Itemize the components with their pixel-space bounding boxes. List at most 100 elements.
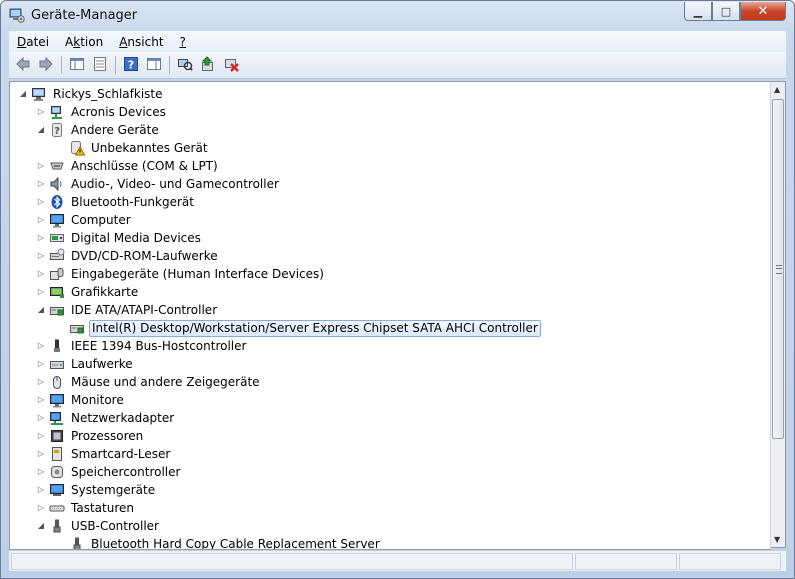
tree-category-item[interactable]: ▷ Tastaturen: [36, 499, 136, 517]
tree-category-item[interactable]: ▷ Bluetooth-Funkgerät: [36, 193, 196, 211]
action-pane-button[interactable]: [144, 55, 164, 75]
expand-arrow-icon[interactable]: ▷: [36, 373, 46, 391]
ide-controller-icon: [69, 320, 85, 336]
tree-category-item[interactable]: ▷ DVD/CD-ROM-Laufwerke: [36, 247, 220, 265]
smartcard-icon: [49, 446, 65, 462]
expand-arrow-icon[interactable]: ▷: [36, 265, 46, 283]
media-device-icon: [49, 230, 65, 246]
menu-bar: Datei Aktion Ansicht?: [9, 31, 786, 52]
tree-category-item[interactable]: ▷ Netzwerkadapter: [36, 409, 176, 427]
tree-category-item[interactable]: ▷ IEEE 1394 Bus-Hostcontroller: [36, 337, 248, 355]
console-tree-icon: [69, 56, 85, 75]
expand-arrow-icon[interactable]: ▷: [36, 355, 46, 373]
tree-category-item[interactable]: ▷ Systemgeräte: [36, 481, 157, 499]
usb-icon: [49, 518, 65, 534]
properties-button[interactable]: [90, 55, 110, 75]
expand-arrow-icon[interactable]: ▷: [36, 175, 46, 193]
status-cell-2: [575, 553, 677, 570]
title-bar[interactable]: Geräte-Manager ▁ □ ✕: [1, 1, 794, 31]
expand-arrow-icon[interactable]: ▷: [36, 229, 46, 247]
tree-item-label: USB-Controller: [71, 519, 159, 533]
tree-category-item[interactable]: ◢ USB-Controller: [36, 517, 161, 535]
menu-ansicht[interactable]: Ansicht: [111, 35, 171, 49]
tree-category-item[interactable]: ▷ Digital Media Devices: [36, 229, 203, 247]
device-tree[interactable]: ◢ Rickys_Schlafkiste ▷ Acronis Devices ◢? And…: [9, 81, 771, 550]
tree-category-item[interactable]: ▷ Laufwerke: [36, 355, 135, 373]
tree-category-item[interactable]: ▷ Grafikkarte: [36, 283, 140, 301]
tree-item-label: IDE ATA/ATAPI-Controller: [71, 303, 218, 317]
tree-device-item[interactable]: Bluetooth Hard Copy Cable Replacement Se…: [56, 535, 382, 549]
tree-item-label: Grafikkarte: [71, 285, 139, 299]
tree-item-label: Intel(R) Desktop/Workstation/Server Expr…: [89, 319, 541, 337]
expand-arrow-icon[interactable]: ▷: [36, 481, 46, 499]
tree-category-item[interactable]: ▷ Speichercontroller: [36, 463, 182, 481]
tree-item-label: Prozessoren: [71, 429, 144, 443]
tree-category-item[interactable]: ◢? Andere Geräte: [36, 121, 161, 139]
tree-category-item[interactable]: ▷ Smartcard-Leser: [36, 445, 172, 463]
toolbar-separator: [169, 56, 170, 74]
tree-device-item[interactable]: Unbekanntes Gerät: [56, 139, 210, 157]
collapse-arrow-icon[interactable]: ◢: [36, 301, 46, 319]
back-button[interactable]: [13, 55, 33, 75]
tree-category-item[interactable]: ▷ Prozessoren: [36, 427, 145, 445]
collapse-arrow-icon[interactable]: ◢: [36, 517, 46, 535]
uninstall-button[interactable]: [221, 55, 241, 75]
status-cell-3: [679, 553, 781, 570]
tree-category-item[interactable]: ▷ Eingabegeräte (Human Interface Devices): [36, 265, 326, 283]
device-manager-window: Geräte-Manager ▁ □ ✕ Datei Aktion Ansicht?…: [0, 0, 795, 579]
expand-arrow-icon[interactable]: ▷: [36, 193, 46, 211]
expand-arrow-icon[interactable]: ▷: [36, 409, 46, 427]
menu-aktion[interactable]: Aktion: [57, 35, 111, 49]
expand-arrow-icon[interactable]: ▷: [36, 463, 46, 481]
expand-arrow-icon[interactable]: ▷: [36, 247, 46, 265]
expand-arrow-icon[interactable]: ▷: [36, 445, 46, 463]
usb-icon: [69, 536, 85, 549]
tree-item-label: IEEE 1394 Bus-Hostcontroller: [71, 339, 247, 353]
monitor-icon: [49, 392, 65, 408]
tree-item-label: Audio-, Video- und Gamecontroller: [71, 177, 279, 191]
arrow-left-icon: [15, 56, 31, 75]
expand-arrow-icon[interactable]: ▷: [36, 283, 46, 301]
expand-arrow-icon[interactable]: ▷: [36, 211, 46, 229]
help-button[interactable]: ?: [121, 55, 141, 75]
show-hide-tree-button[interactable]: [67, 55, 87, 75]
scroll-thumb[interactable]: [772, 99, 784, 439]
tree-category-item[interactable]: ▷ Acronis Devices: [36, 103, 168, 121]
tree-category-item[interactable]: ▷ Computer: [36, 211, 133, 229]
device-manager-icon: [9, 8, 25, 23]
keyboard-icon: [49, 500, 65, 516]
tree-device-item[interactable]: Intel(R) Desktop/Workstation/Server Expr…: [56, 319, 541, 337]
scroll-up-icon[interactable]: ▲: [774, 85, 780, 94]
arrow-right-icon: [38, 56, 54, 75]
vertical-scrollbar[interactable]: ▲ ▼: [770, 81, 786, 548]
collapse-arrow-icon[interactable]: ◢: [36, 121, 46, 139]
minimize-button[interactable]: ▁: [684, 2, 712, 21]
tree-root-item[interactable]: ◢ Rickys_Schlafkiste: [18, 85, 165, 103]
tree-category-item[interactable]: ▷ Monitore: [36, 391, 126, 409]
collapse-arrow-icon[interactable]: ◢: [18, 85, 28, 103]
tree-category-item[interactable]: ◢ IDE ATA/ATAPI-Controller: [36, 301, 219, 319]
tree-category-item[interactable]: ▷ Mäuse und andere Zeigegeräte: [36, 373, 262, 391]
expand-arrow-icon[interactable]: ▷: [36, 103, 46, 121]
menu-datei[interactable]: Datei: [9, 35, 57, 49]
tree-item-label: Mäuse und andere Zeigegeräte: [71, 375, 260, 389]
maximize-button[interactable]: □: [712, 2, 740, 21]
expand-arrow-icon[interactable]: ▷: [36, 391, 46, 409]
tree-item-label: Systemgeräte: [71, 483, 156, 497]
toolbar: ?: [9, 52, 786, 79]
expand-arrow-icon[interactable]: ▷: [36, 499, 46, 517]
menu-help[interactable]: ?: [172, 35, 194, 49]
storage-controller-icon: [49, 464, 65, 480]
tree-category-item[interactable]: ▷ Audio-, Video- und Gamecontroller: [36, 175, 281, 193]
tree-category-item[interactable]: ▷ Anschlüsse (COM & LPT): [36, 157, 220, 175]
update-driver-button[interactable]: [198, 55, 218, 75]
expand-arrow-icon[interactable]: ▷: [36, 157, 46, 175]
scan-hardware-button[interactable]: [175, 55, 195, 75]
close-button[interactable]: ✕: [740, 2, 786, 21]
scroll-down-icon[interactable]: ▼: [774, 535, 780, 544]
expand-arrow-icon[interactable]: ▷: [36, 427, 46, 445]
expand-arrow-icon[interactable]: ▷: [36, 337, 46, 355]
tree-item-label: Netzwerkadapter: [71, 411, 175, 425]
forward-button[interactable]: [36, 55, 56, 75]
